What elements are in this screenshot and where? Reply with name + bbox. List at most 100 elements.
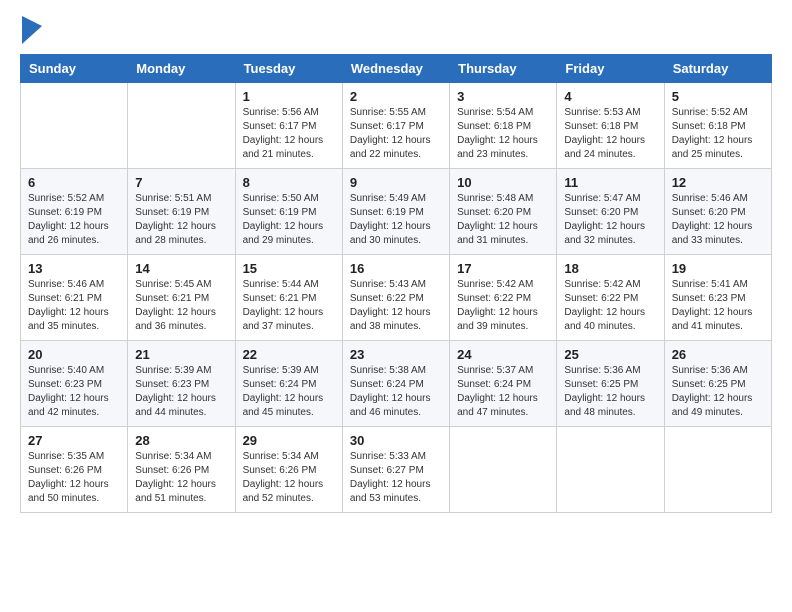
- logo: [20, 16, 42, 44]
- sunset-text: Sunset: 6:18 PM: [672, 121, 746, 132]
- sunset-text: Sunset: 6:26 PM: [28, 465, 102, 476]
- day-info: Sunrise: 5:42 AM Sunset: 6:22 PM Dayligh…: [564, 278, 656, 334]
- sunset-text: Sunset: 6:23 PM: [672, 293, 746, 304]
- daylight-text: Daylight: 12 hours and 35 minutes.: [28, 307, 109, 332]
- day-number: 3: [457, 89, 549, 104]
- sunrise-text: Sunrise: 5:43 AM: [350, 279, 426, 290]
- day-info: Sunrise: 5:42 AM Sunset: 6:22 PM Dayligh…: [457, 278, 549, 334]
- sunset-text: Sunset: 6:20 PM: [564, 207, 638, 218]
- calendar-cell: 27 Sunrise: 5:35 AM Sunset: 6:26 PM Dayl…: [21, 427, 128, 513]
- sunrise-text: Sunrise: 5:46 AM: [28, 279, 104, 290]
- sunset-text: Sunset: 6:27 PM: [350, 465, 424, 476]
- calendar-cell: [128, 83, 235, 169]
- calendar-cell: 13 Sunrise: 5:46 AM Sunset: 6:21 PM Dayl…: [21, 255, 128, 341]
- sunrise-text: Sunrise: 5:52 AM: [28, 193, 104, 204]
- sunrise-text: Sunrise: 5:45 AM: [135, 279, 211, 290]
- daylight-text: Daylight: 12 hours and 51 minutes.: [135, 479, 216, 504]
- sunrise-text: Sunrise: 5:52 AM: [672, 107, 748, 118]
- day-number: 9: [350, 175, 442, 190]
- day-number: 28: [135, 433, 227, 448]
- day-number: 15: [243, 261, 335, 276]
- day-number: 7: [135, 175, 227, 190]
- daylight-text: Daylight: 12 hours and 37 minutes.: [243, 307, 324, 332]
- day-info: Sunrise: 5:41 AM Sunset: 6:23 PM Dayligh…: [672, 278, 764, 334]
- sunrise-text: Sunrise: 5:51 AM: [135, 193, 211, 204]
- calendar-cell: 14 Sunrise: 5:45 AM Sunset: 6:21 PM Dayl…: [128, 255, 235, 341]
- day-info: Sunrise: 5:37 AM Sunset: 6:24 PM Dayligh…: [457, 364, 549, 420]
- day-info: Sunrise: 5:36 AM Sunset: 6:25 PM Dayligh…: [672, 364, 764, 420]
- day-number: 21: [135, 347, 227, 362]
- day-number: 8: [243, 175, 335, 190]
- day-info: Sunrise: 5:44 AM Sunset: 6:21 PM Dayligh…: [243, 278, 335, 334]
- calendar-cell: 22 Sunrise: 5:39 AM Sunset: 6:24 PM Dayl…: [235, 341, 342, 427]
- daylight-text: Daylight: 12 hours and 53 minutes.: [350, 479, 431, 504]
- sunrise-text: Sunrise: 5:54 AM: [457, 107, 533, 118]
- calendar-cell: 16 Sunrise: 5:43 AM Sunset: 6:22 PM Dayl…: [342, 255, 449, 341]
- daylight-text: Daylight: 12 hours and 31 minutes.: [457, 221, 538, 246]
- calendar-cell: 28 Sunrise: 5:34 AM Sunset: 6:26 PM Dayl…: [128, 427, 235, 513]
- day-number: 29: [243, 433, 335, 448]
- calendar-cell: 20 Sunrise: 5:40 AM Sunset: 6:23 PM Dayl…: [21, 341, 128, 427]
- weekday-header-wednesday: Wednesday: [342, 55, 449, 83]
- calendar-cell: 4 Sunrise: 5:53 AM Sunset: 6:18 PM Dayli…: [557, 83, 664, 169]
- weekday-header-sunday: Sunday: [21, 55, 128, 83]
- sunrise-text: Sunrise: 5:37 AM: [457, 365, 533, 376]
- week-row-2: 6 Sunrise: 5:52 AM Sunset: 6:19 PM Dayli…: [21, 169, 772, 255]
- weekday-header-row: SundayMondayTuesdayWednesdayThursdayFrid…: [21, 55, 772, 83]
- day-info: Sunrise: 5:55 AM Sunset: 6:17 PM Dayligh…: [350, 106, 442, 162]
- calendar-cell: 1 Sunrise: 5:56 AM Sunset: 6:17 PM Dayli…: [235, 83, 342, 169]
- calendar-cell: 11 Sunrise: 5:47 AM Sunset: 6:20 PM Dayl…: [557, 169, 664, 255]
- daylight-text: Daylight: 12 hours and 40 minutes.: [564, 307, 645, 332]
- day-info: Sunrise: 5:50 AM Sunset: 6:19 PM Dayligh…: [243, 192, 335, 248]
- calendar-cell: 5 Sunrise: 5:52 AM Sunset: 6:18 PM Dayli…: [664, 83, 771, 169]
- sunrise-text: Sunrise: 5:34 AM: [135, 451, 211, 462]
- sunset-text: Sunset: 6:22 PM: [564, 293, 638, 304]
- calendar-cell: 6 Sunrise: 5:52 AM Sunset: 6:19 PM Dayli…: [21, 169, 128, 255]
- calendar-cell: 26 Sunrise: 5:36 AM Sunset: 6:25 PM Dayl…: [664, 341, 771, 427]
- sunset-text: Sunset: 6:26 PM: [243, 465, 317, 476]
- day-number: 23: [350, 347, 442, 362]
- sunset-text: Sunset: 6:24 PM: [350, 379, 424, 390]
- day-number: 18: [564, 261, 656, 276]
- sunrise-text: Sunrise: 5:36 AM: [672, 365, 748, 376]
- sunrise-text: Sunrise: 5:34 AM: [243, 451, 319, 462]
- sunset-text: Sunset: 6:19 PM: [28, 207, 102, 218]
- daylight-text: Daylight: 12 hours and 36 minutes.: [135, 307, 216, 332]
- day-number: 20: [28, 347, 120, 362]
- weekday-header-thursday: Thursday: [450, 55, 557, 83]
- weekday-header-tuesday: Tuesday: [235, 55, 342, 83]
- sunset-text: Sunset: 6:18 PM: [457, 121, 531, 132]
- daylight-text: Daylight: 12 hours and 41 minutes.: [672, 307, 753, 332]
- sunrise-text: Sunrise: 5:39 AM: [243, 365, 319, 376]
- day-number: 11: [564, 175, 656, 190]
- day-info: Sunrise: 5:40 AM Sunset: 6:23 PM Dayligh…: [28, 364, 120, 420]
- week-row-3: 13 Sunrise: 5:46 AM Sunset: 6:21 PM Dayl…: [21, 255, 772, 341]
- day-info: Sunrise: 5:34 AM Sunset: 6:26 PM Dayligh…: [135, 450, 227, 506]
- day-info: Sunrise: 5:35 AM Sunset: 6:26 PM Dayligh…: [28, 450, 120, 506]
- calendar-cell: 23 Sunrise: 5:38 AM Sunset: 6:24 PM Dayl…: [342, 341, 449, 427]
- day-number: 30: [350, 433, 442, 448]
- sunset-text: Sunset: 6:22 PM: [457, 293, 531, 304]
- header: [20, 16, 772, 44]
- sunrise-text: Sunrise: 5:44 AM: [243, 279, 319, 290]
- calendar-cell: 29 Sunrise: 5:34 AM Sunset: 6:26 PM Dayl…: [235, 427, 342, 513]
- day-info: Sunrise: 5:48 AM Sunset: 6:20 PM Dayligh…: [457, 192, 549, 248]
- sunrise-text: Sunrise: 5:49 AM: [350, 193, 426, 204]
- day-number: 16: [350, 261, 442, 276]
- calendar-cell: [557, 427, 664, 513]
- sunset-text: Sunset: 6:17 PM: [243, 121, 317, 132]
- sunset-text: Sunset: 6:25 PM: [564, 379, 638, 390]
- weekday-header-saturday: Saturday: [664, 55, 771, 83]
- daylight-text: Daylight: 12 hours and 45 minutes.: [243, 393, 324, 418]
- day-info: Sunrise: 5:33 AM Sunset: 6:27 PM Dayligh…: [350, 450, 442, 506]
- calendar-cell: 17 Sunrise: 5:42 AM Sunset: 6:22 PM Dayl…: [450, 255, 557, 341]
- daylight-text: Daylight: 12 hours and 32 minutes.: [564, 221, 645, 246]
- daylight-text: Daylight: 12 hours and 33 minutes.: [672, 221, 753, 246]
- daylight-text: Daylight: 12 hours and 38 minutes.: [350, 307, 431, 332]
- week-row-5: 27 Sunrise: 5:35 AM Sunset: 6:26 PM Dayl…: [21, 427, 772, 513]
- sunset-text: Sunset: 6:26 PM: [135, 465, 209, 476]
- day-info: Sunrise: 5:38 AM Sunset: 6:24 PM Dayligh…: [350, 364, 442, 420]
- day-number: 5: [672, 89, 764, 104]
- sunset-text: Sunset: 6:21 PM: [28, 293, 102, 304]
- sunset-text: Sunset: 6:19 PM: [243, 207, 317, 218]
